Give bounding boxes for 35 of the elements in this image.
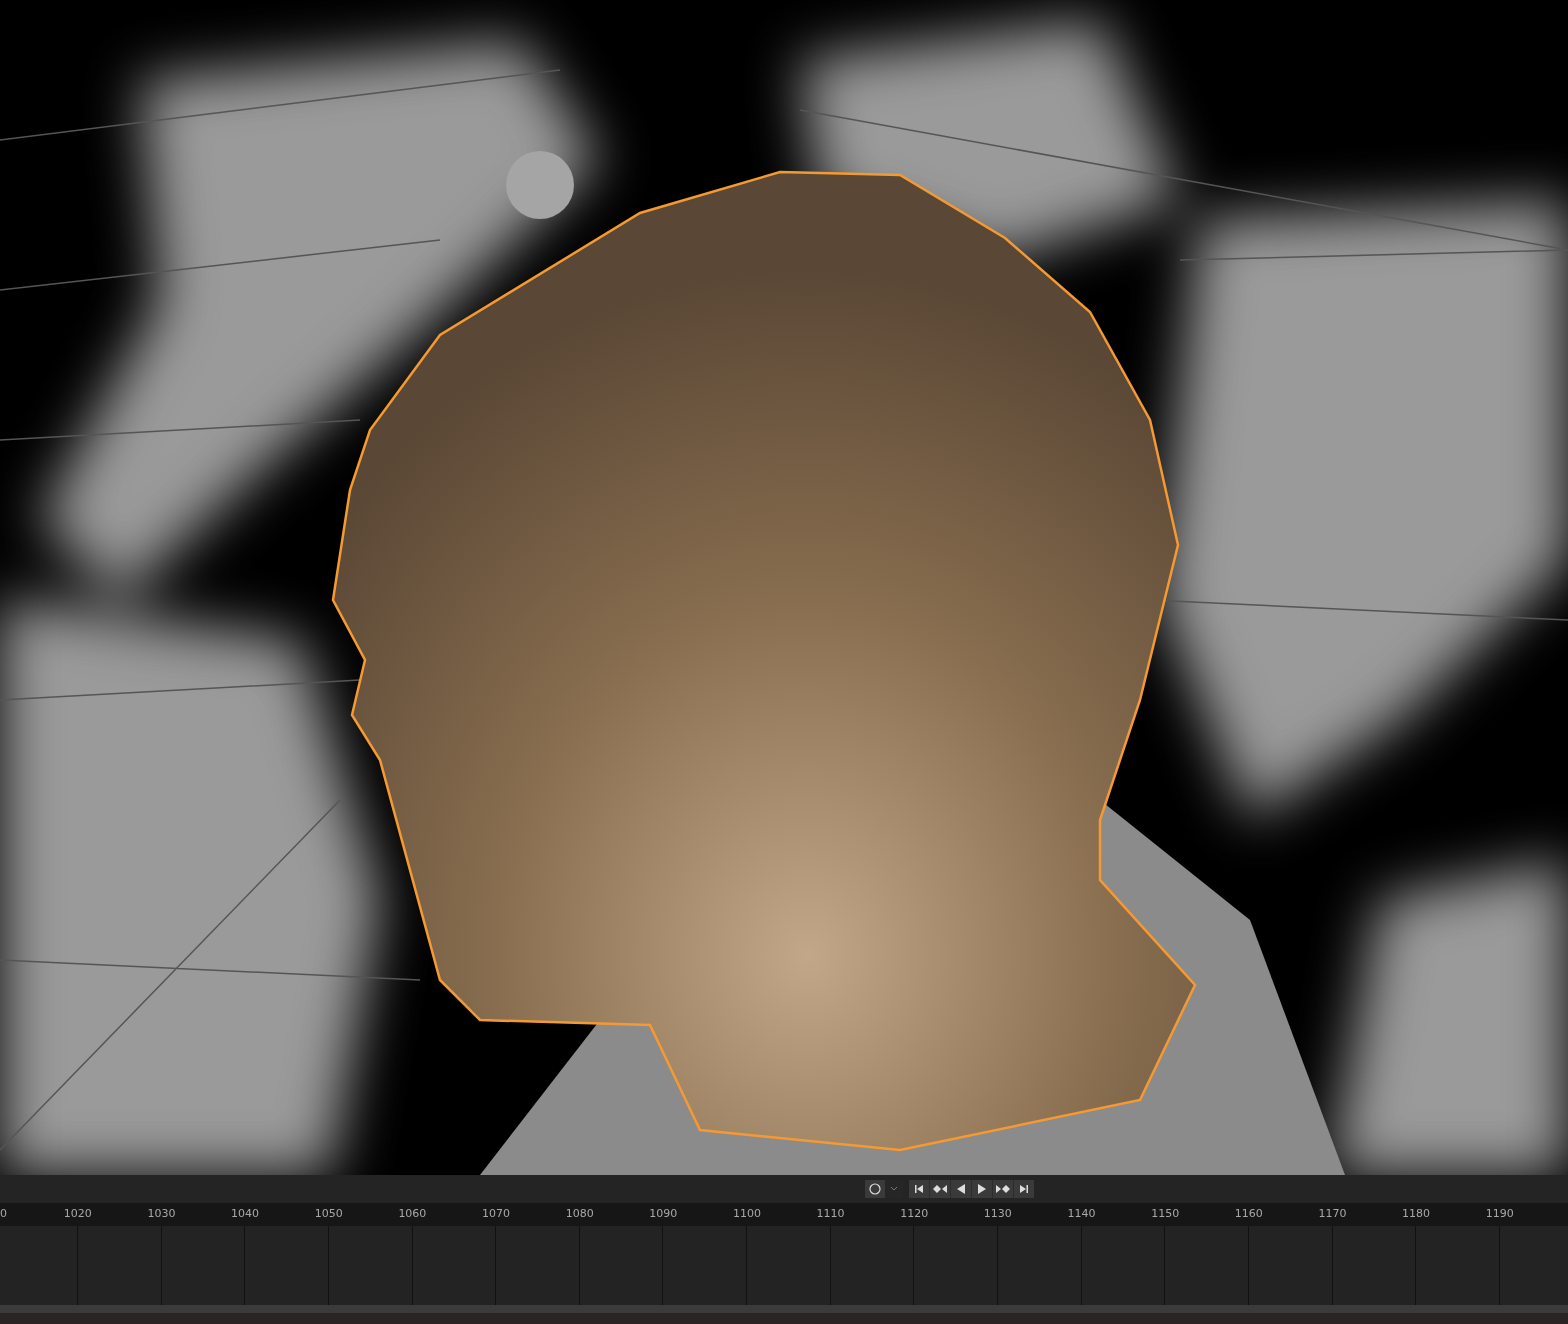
play-button[interactable]: [971, 1180, 992, 1198]
keyframe-forward-icon: [995, 1184, 1010, 1194]
prev-keyframe-button[interactable]: [929, 1180, 950, 1198]
keyframe-back-icon: [932, 1184, 947, 1194]
frame-number: 1090: [648, 1206, 679, 1223]
scroll-bar[interactable]: [0, 1305, 1568, 1313]
frame-number: 1110: [815, 1206, 846, 1223]
frame-number: 1050: [313, 1206, 344, 1223]
frame-number: 1060: [397, 1206, 428, 1223]
frame-number: 1140: [1066, 1206, 1097, 1223]
frame-number: 1030: [146, 1206, 177, 1223]
frame-number: 1080: [564, 1206, 595, 1223]
frame-number: 1040: [230, 1206, 261, 1223]
frame-number: 1170: [1317, 1206, 1348, 1223]
frame-number: 1160: [1233, 1206, 1264, 1223]
skip-start-icon: [913, 1184, 924, 1194]
caret-icon: [889, 1186, 898, 1192]
frame-number: 1150: [1150, 1206, 1181, 1223]
next-keyframe-button[interactable]: [992, 1180, 1013, 1198]
skip-end-icon: [1018, 1184, 1029, 1194]
play-reverse-button[interactable]: [950, 1180, 971, 1198]
frame-number: 0: [0, 1206, 8, 1223]
frame-number: 1130: [982, 1206, 1013, 1223]
frame-number: 1070: [481, 1206, 511, 1223]
jump-end-button[interactable]: [1013, 1180, 1034, 1198]
frame-number: 1180: [1401, 1206, 1432, 1223]
record-button[interactable]: [864, 1180, 885, 1198]
frame-number: 1120: [899, 1206, 930, 1223]
frame-number: 1190: [1484, 1206, 1515, 1223]
play-icon: [976, 1183, 987, 1195]
frame-number: 1100: [731, 1206, 762, 1223]
jump-start-button[interactable]: [908, 1180, 929, 1198]
play-reverse-icon: [955, 1183, 966, 1195]
circle-icon: [868, 1183, 881, 1195]
frame-number: 1020: [62, 1206, 93, 1223]
